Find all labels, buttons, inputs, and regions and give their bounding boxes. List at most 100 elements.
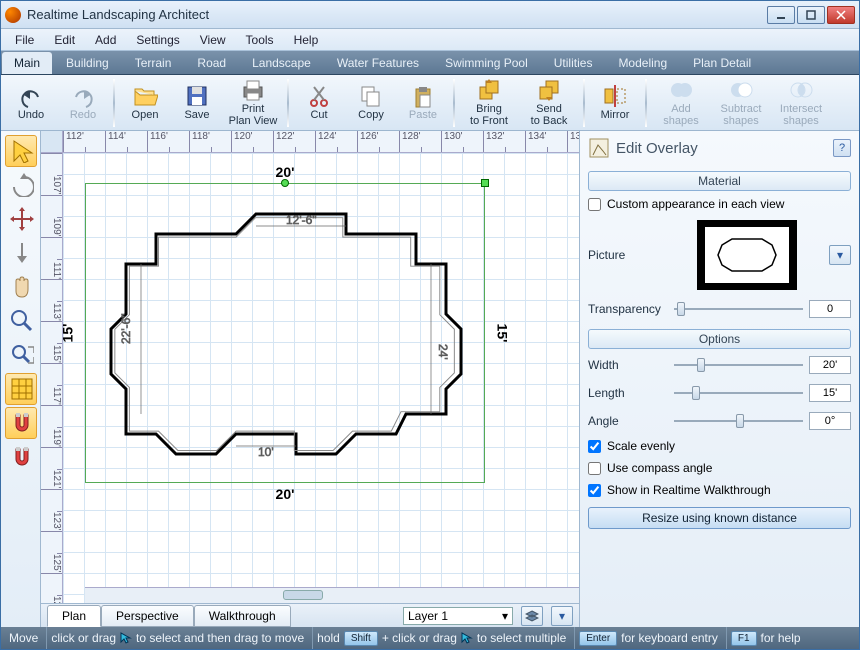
svg-text:24': 24' (436, 344, 450, 360)
tab-swimming-pool[interactable]: Swimming Pool (433, 52, 540, 74)
transparency-slider[interactable] (674, 302, 803, 316)
use-compass-label: Use compass angle (607, 461, 712, 475)
mirror-button[interactable]: Mirror (591, 78, 639, 128)
picture-preview[interactable] (697, 220, 797, 290)
properties-panel: Edit Overlay ? Material Custom appearanc… (579, 131, 859, 627)
down-tool-tool[interactable] (5, 237, 37, 269)
enter-key-hint: Enter (579, 631, 617, 646)
zoom-extents-tool[interactable] (5, 339, 37, 371)
menu-file[interactable]: File (5, 31, 44, 49)
width-value[interactable]: 20' (809, 356, 851, 374)
overlay-icon (588, 137, 610, 159)
scale-evenly-checkbox[interactable] (588, 440, 601, 453)
tab-water-features[interactable]: Water Features (325, 52, 431, 74)
tab-utilities[interactable]: Utilities (542, 52, 605, 74)
picture-dropdown[interactable]: ▾ (829, 245, 851, 265)
copy-button[interactable]: Copy (347, 78, 395, 128)
tab-main[interactable]: Main (2, 52, 52, 74)
transparency-label: Transparency (588, 302, 668, 316)
length-label: Length (588, 386, 668, 400)
print-plan-view-button[interactable]: PrintPlan View (225, 78, 281, 128)
view-tab-walkthrough[interactable]: Walkthrough (194, 605, 291, 627)
cursor-icon (461, 632, 473, 644)
tab-building[interactable]: Building (54, 52, 121, 74)
pan-hand-icon (8, 273, 34, 302)
scrollbar-horizontal[interactable] (85, 587, 579, 603)
menu-edit[interactable]: Edit (44, 31, 85, 49)
mirror-icon (602, 83, 628, 109)
open-icon (132, 83, 158, 109)
menu-tools[interactable]: Tools (236, 31, 284, 49)
menu-view[interactable]: View (190, 31, 236, 49)
tab-terrain[interactable]: Terrain (123, 52, 184, 74)
mesh-tool[interactable] (5, 373, 37, 405)
tab-plan-detail[interactable]: Plan Detail (681, 52, 763, 74)
view-tabs-bar: PlanPerspectiveWalkthrough Layer 1 ▾ ▾ (41, 603, 579, 627)
layer-select[interactable]: Layer 1 ▾ (403, 607, 513, 625)
width-slider[interactable] (674, 358, 803, 372)
canvas[interactable]: 20' 20' 15' 15' 12'-6" 22'-6" 24' (63, 153, 579, 603)
scrollbar-thumb[interactable] (283, 590, 323, 600)
undo-icon (18, 83, 44, 109)
cut-button[interactable]: Cut (295, 78, 343, 128)
width-label: Width (588, 358, 668, 372)
help-button[interactable]: ? (833, 139, 851, 157)
left-toolbox (1, 131, 41, 627)
resize-known-distance-button[interactable]: Resize using known distance (588, 507, 851, 529)
magnet-red-tool[interactable] (5, 441, 37, 473)
bring-to-front-button[interactable]: Bringto Front (461, 78, 517, 128)
minimize-button[interactable] (767, 6, 795, 24)
tab-modeling[interactable]: Modeling (606, 52, 679, 74)
zoom-tool[interactable] (5, 305, 37, 337)
ruler-horizontal: 112'114'116'118'120'122'124'126'128'130'… (63, 131, 579, 153)
move-tool-tool[interactable] (5, 203, 37, 235)
pan-hand-tool[interactable] (5, 271, 37, 303)
options-section-header[interactable]: Options (588, 329, 851, 349)
layer-dropdown-button[interactable]: ▾ (551, 606, 573, 626)
print-icon (240, 77, 266, 103)
menu-settings[interactable]: Settings (126, 31, 189, 49)
tab-road[interactable]: Road (185, 52, 238, 74)
magnet-tool[interactable] (5, 407, 37, 439)
paste-button: Paste (399, 78, 447, 128)
f1-key-hint: F1 (731, 631, 757, 646)
view-tab-plan[interactable]: Plan (47, 605, 101, 627)
transparency-value[interactable]: 0 (809, 300, 851, 318)
close-button[interactable] (827, 6, 855, 24)
overlay-selection[interactable]: 20' 20' 15' 15' 12'-6" 22'-6" 24' (85, 183, 485, 483)
menu-help[interactable]: Help (284, 31, 329, 49)
front-icon (476, 77, 502, 103)
canvas-area[interactable]: 112'114'116'118'120'122'124'126'128'130'… (41, 131, 579, 603)
save-button[interactable]: Save (173, 78, 221, 128)
pointer-icon (8, 137, 34, 166)
move-tool-icon (8, 205, 34, 234)
cursor-icon (120, 632, 132, 644)
open-button[interactable]: Open (121, 78, 169, 128)
material-section-header[interactable]: Material (588, 171, 851, 191)
tab-landscape[interactable]: Landscape (240, 52, 323, 74)
maximize-button[interactable] (797, 6, 825, 24)
length-slider[interactable] (674, 386, 803, 400)
addshape-icon (668, 77, 694, 103)
angle-slider[interactable] (674, 414, 803, 428)
app-title: Realtime Landscaping Architect (27, 7, 765, 22)
layers-button[interactable] (521, 606, 543, 626)
angle-value[interactable]: 0° (809, 412, 851, 430)
svg-text:12'-6": 12'-6" (286, 213, 317, 227)
dim-right: 15' (495, 324, 511, 343)
custom-appearance-checkbox[interactable] (588, 198, 601, 211)
send-to-back-button[interactable]: Sendto Back (521, 78, 577, 128)
rotate-handle[interactable] (281, 179, 289, 187)
use-compass-checkbox[interactable] (588, 462, 601, 475)
length-value[interactable]: 15' (809, 384, 851, 402)
rotate-tool[interactable] (5, 169, 37, 201)
undo-button[interactable]: Undo (7, 78, 55, 128)
pointer-tool[interactable] (5, 135, 37, 167)
show-walkthrough-checkbox[interactable] (588, 484, 601, 497)
resize-handle[interactable] (481, 179, 489, 187)
view-tab-perspective[interactable]: Perspective (101, 605, 194, 627)
status-mode: Move (9, 631, 38, 645)
menu-add[interactable]: Add (85, 31, 126, 49)
scale-evenly-label: Scale evenly (607, 439, 675, 453)
rotate-icon (8, 171, 34, 200)
